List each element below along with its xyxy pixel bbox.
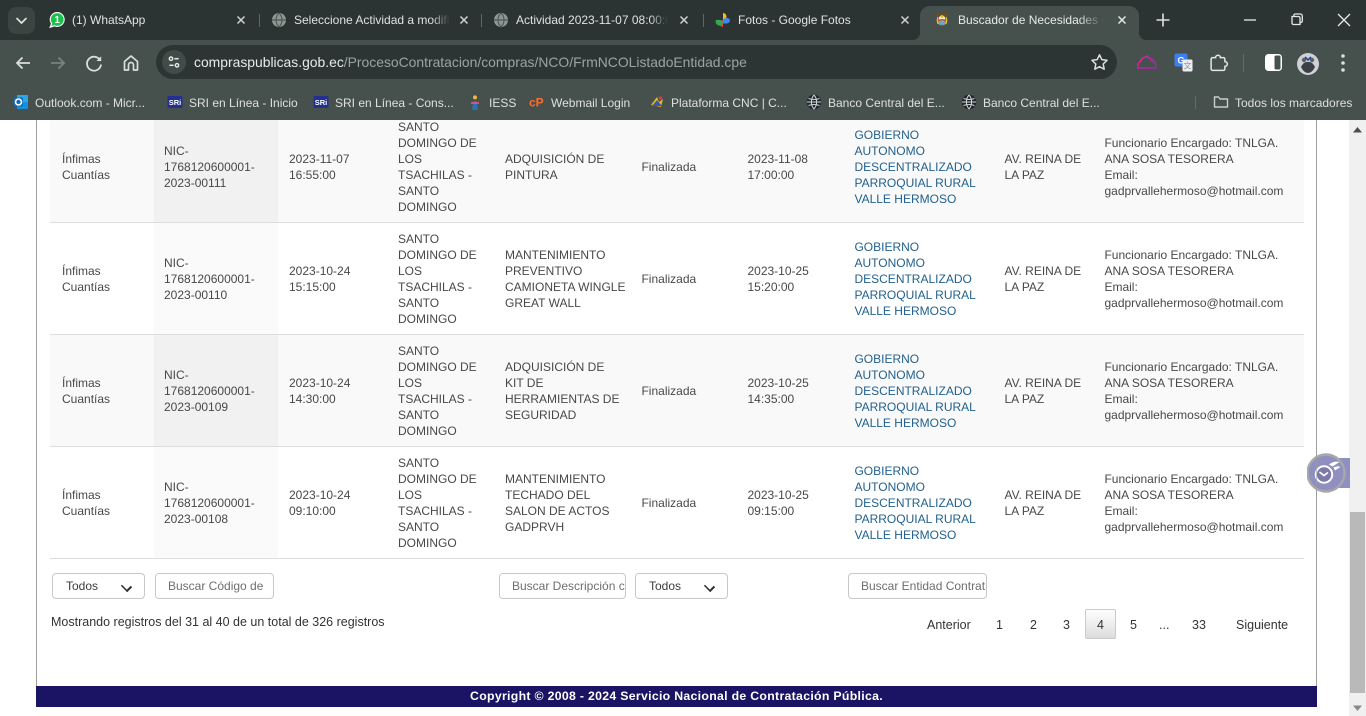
svg-text:SRi: SRi bbox=[169, 98, 182, 107]
svg-text:1: 1 bbox=[54, 15, 60, 26]
svg-text:SRi: SRi bbox=[315, 98, 328, 107]
svg-text:文: 文 bbox=[1184, 61, 1192, 71]
svg-text:cP: cP bbox=[529, 96, 544, 110]
